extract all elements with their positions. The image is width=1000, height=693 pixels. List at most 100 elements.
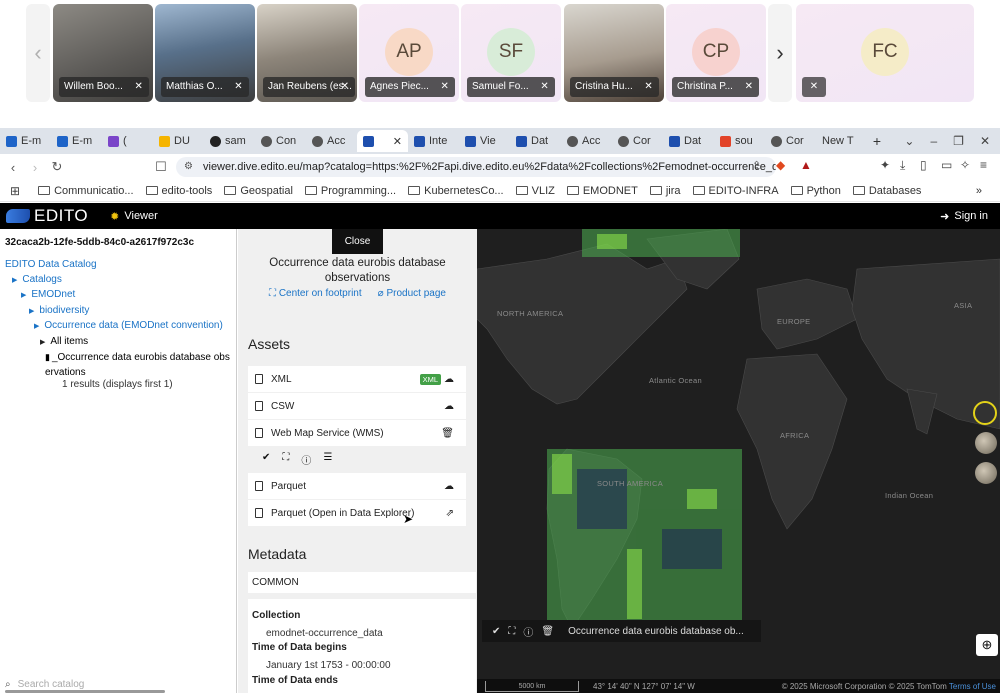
tree-node[interactable]: ▶ EMODnet bbox=[5, 288, 230, 304]
basemap-thumbnail[interactable] bbox=[975, 432, 997, 454]
bookmark-folder[interactable]: EDITO-INFRA bbox=[692, 185, 779, 197]
bookmark-icon[interactable]: ☐ bbox=[150, 159, 172, 175]
sidebar-icon[interactable]: ▯ bbox=[920, 158, 927, 172]
bookmark-folder[interactable]: Programming... bbox=[304, 185, 396, 197]
more-bookmarks-icon[interactable]: » bbox=[976, 185, 982, 197]
participant-tile[interactable]: Matthias O... ✕ bbox=[155, 4, 255, 102]
location-ring-icon[interactable] bbox=[973, 401, 997, 425]
browser-tab[interactable]: New T bbox=[816, 130, 864, 152]
browser-tab[interactable]: Acc bbox=[306, 130, 357, 152]
external-link-icon[interactable]: ⇗ bbox=[446, 508, 454, 519]
chevron-left-icon[interactable]: ‹ bbox=[26, 4, 50, 102]
chevron-right-icon[interactable]: › bbox=[768, 4, 792, 102]
search-input[interactable]: Search catalog bbox=[18, 679, 85, 690]
clipboard-icon[interactable] bbox=[255, 428, 263, 438]
bookmark-folder[interactable]: KubernetesCo... bbox=[408, 185, 504, 197]
viewer-nav-item[interactable]: ✹ Viewer bbox=[110, 210, 158, 223]
info-icon[interactable]: ⓘ bbox=[301, 452, 311, 467]
participant-tile[interactable]: FC ✕ bbox=[796, 4, 974, 102]
clipboard-icon[interactable] bbox=[255, 374, 263, 384]
browser-tab[interactable]: Dat bbox=[663, 130, 714, 152]
bookmark-folder[interactable]: edito-tools bbox=[145, 185, 212, 197]
browser-tab[interactable]: E-m bbox=[0, 130, 51, 152]
browser-tab[interactable]: Inte bbox=[408, 130, 459, 152]
bookmark-folder[interactable]: Databases bbox=[852, 185, 921, 197]
edito-logo[interactable]: EDITO bbox=[6, 206, 88, 226]
tree-node[interactable]: ▶ Catalogs bbox=[5, 273, 230, 289]
close-window-icon[interactable]: ✕ bbox=[980, 134, 990, 148]
maximize-icon[interactable]: ❐ bbox=[953, 134, 964, 148]
tree-item[interactable]: ▮ _Occurrence data eurobis database obs bbox=[5, 350, 230, 366]
bookmark-folder[interactable]: Python bbox=[790, 185, 841, 197]
brave-rewards-icon[interactable]: ▲ bbox=[800, 158, 812, 172]
participant-tile[interactable]: Jan Reubens (es... ✕ bbox=[257, 4, 357, 102]
catalog-search[interactable]: ⌕ Search catalog bbox=[5, 679, 84, 690]
terms-link[interactable]: Terms of Use bbox=[949, 682, 996, 691]
bookmark-folder[interactable]: EMODNET bbox=[566, 185, 638, 197]
product-page-link[interactable]: ⌀ Product page bbox=[378, 288, 446, 299]
close-tab-icon[interactable]: ✕ bbox=[393, 135, 402, 148]
wallet-icon[interactable]: ▭ bbox=[941, 158, 952, 172]
cloud-download-icon[interactable]: ☁ bbox=[444, 374, 454, 385]
fullscreen-icon[interactable]: ⛶ bbox=[508, 626, 515, 637]
clipboard-icon[interactable] bbox=[255, 481, 263, 491]
map-canvas[interactable]: NORTH AMERICA EUROPE ASIA AFRICA SOUTH A… bbox=[477, 229, 1000, 693]
site-settings-icon[interactable]: ⚙ bbox=[184, 157, 193, 177]
check-circle-icon[interactable]: ✔ bbox=[492, 626, 500, 637]
browser-tab[interactable]: Dat bbox=[510, 130, 561, 152]
apps-grid-icon[interactable]: ⊞ bbox=[10, 184, 20, 198]
browser-tab[interactable]: ( bbox=[102, 130, 153, 152]
download-icon[interactable]: ⤓ bbox=[900, 158, 905, 173]
browser-tab[interactable]: E-m bbox=[51, 130, 102, 152]
participant-tile[interactable]: AP Agnes Piec... ✕ bbox=[359, 4, 459, 102]
asset-row[interactable]: XML XML ☁ bbox=[248, 366, 466, 392]
tab-search-icon[interactable]: ⌄ bbox=[904, 134, 914, 148]
fullscreen-icon[interactable]: ⛶ bbox=[282, 452, 289, 467]
forward-icon[interactable]: › bbox=[24, 160, 46, 175]
participant-tile[interactable]: Cristina Hu... ✕ bbox=[564, 4, 664, 102]
address-bar[interactable]: ⚙ viewer.dive.edito.eu/map?catalog=https… bbox=[176, 157, 776, 177]
new-tab-button[interactable]: + bbox=[864, 133, 890, 149]
participant-tile[interactable]: CP Christina P... ✕ bbox=[666, 4, 766, 102]
participant-tile[interactable]: Willem Boo... ✕ bbox=[53, 4, 153, 102]
asset-row[interactable]: Parquet (Open in Data Explorer) ⇗ bbox=[248, 500, 466, 526]
asset-row[interactable]: CSW ☁ bbox=[248, 393, 466, 419]
list-icon[interactable]: ☰ bbox=[323, 452, 332, 467]
browser-tab[interactable]: Con bbox=[255, 130, 306, 152]
browser-tab[interactable]: sou bbox=[714, 130, 765, 152]
tree-node[interactable]: ▶ Occurrence data (EMODnet convention) bbox=[5, 319, 230, 335]
globe-icon[interactable]: ⊕ bbox=[976, 634, 998, 656]
browser-tab[interactable]: Vie bbox=[459, 130, 510, 152]
sign-in-button[interactable]: ➜ Sign in bbox=[940, 210, 988, 223]
tree-root-link[interactable]: EDITO Data Catalog bbox=[5, 258, 230, 273]
reload-icon[interactable]: ↻ bbox=[46, 159, 68, 175]
check-circle-icon[interactable]: ✔ bbox=[262, 452, 270, 467]
browser-tab[interactable]: Acc bbox=[561, 130, 612, 152]
asset-row[interactable]: Parquet ☁ bbox=[248, 473, 466, 499]
extensions-icon[interactable]: ✦ bbox=[880, 158, 890, 172]
minimize-icon[interactable]: – bbox=[930, 134, 937, 148]
tree-node[interactable]: ▶ biodiversity bbox=[5, 304, 230, 320]
browser-tab-active[interactable]: ✕ bbox=[357, 130, 408, 152]
bookmark-folder[interactable]: Communicatio... bbox=[38, 185, 134, 197]
bookmark-folder[interactable]: VLIZ bbox=[515, 185, 555, 197]
center-footprint-link[interactable]: ⛶ Center on footprint bbox=[269, 288, 362, 299]
browser-tab[interactable]: Cor bbox=[765, 130, 816, 152]
clipboard-icon[interactable] bbox=[255, 401, 263, 411]
trash-icon[interactable]: 🗑 bbox=[441, 428, 454, 439]
participant-tile[interactable]: SF Samuel Fo... ✕ bbox=[461, 4, 561, 102]
tree-node[interactable]: ▶ All items bbox=[5, 335, 230, 351]
back-icon[interactable]: ‹ bbox=[2, 160, 24, 175]
basemap-thumbnail[interactable] bbox=[975, 462, 997, 484]
brave-shield-icon[interactable]: ◆ bbox=[776, 158, 785, 172]
info-icon[interactable]: ⓘ bbox=[523, 624, 533, 639]
leo-icon[interactable]: ✧ bbox=[960, 158, 970, 172]
clipboard-icon[interactable] bbox=[255, 508, 263, 518]
bookmark-folder[interactable]: jira bbox=[649, 185, 681, 197]
cloud-download-icon[interactable]: ☁ bbox=[444, 401, 454, 412]
cloud-download-icon[interactable]: ☁ bbox=[444, 481, 454, 492]
browser-tab[interactable]: DU bbox=[153, 130, 204, 152]
bookmark-folder[interactable]: Geospatial bbox=[224, 185, 293, 197]
asset-row[interactable]: Web Map Service (WMS) 🗑 bbox=[248, 420, 466, 446]
browser-tab[interactable]: Cor bbox=[612, 130, 663, 152]
